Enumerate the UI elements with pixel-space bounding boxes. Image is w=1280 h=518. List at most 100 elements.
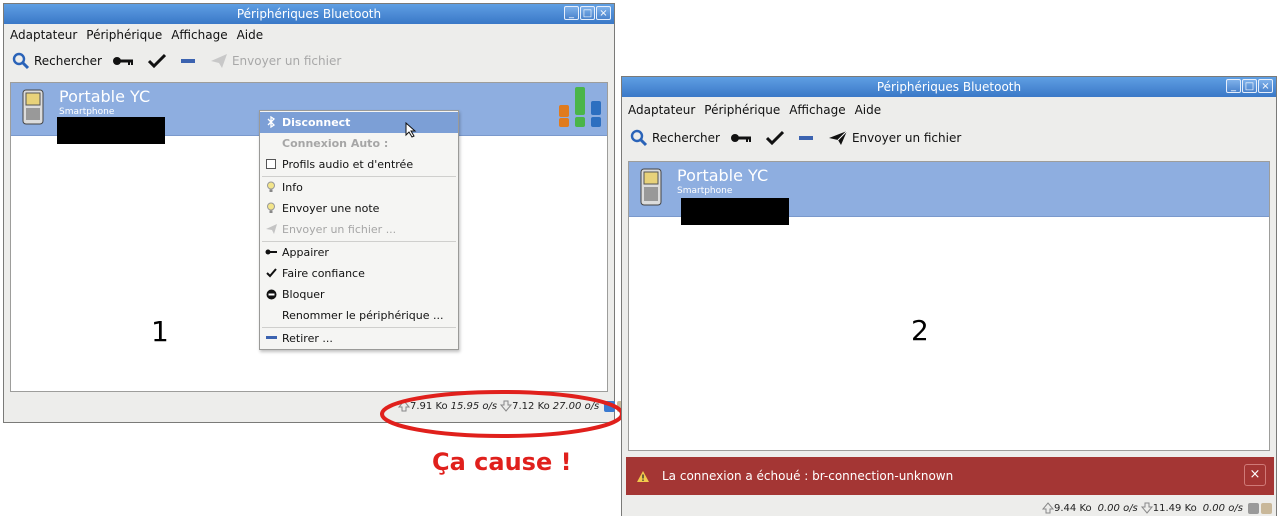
key-icon [730,134,751,142]
annotation-text: Ça cause ! [432,448,572,476]
menu-item-send-note[interactable]: Envoyer une note [260,198,458,219]
remove-button[interactable] [180,56,200,66]
device-type: Smartphone [677,186,733,196]
menu-header-auto-connect: Connexion Auto : [260,133,458,154]
phone-icon [22,89,44,125]
warning-icon [637,470,649,482]
send-file-label: Envoyer un fichier [231,54,342,68]
mouse-cursor-icon [405,122,417,138]
menu-adaptateur[interactable]: Adaptateur [628,103,695,117]
remove-button[interactable] [798,133,818,143]
menu-item-label: Disconnect [282,116,351,129]
window-controls: _ □ × [1226,79,1273,93]
menu-item-audio-profiles[interactable]: Profils audio et d'entrée [260,154,458,175]
menu-item-rename[interactable]: Renommer le périphérique ... [260,305,458,326]
check-icon [265,267,277,279]
menu-item-label: Bloquer [282,288,325,301]
maximize-button[interactable]: □ [1242,79,1257,93]
paper-plane-icon [265,223,277,235]
menu-item-label: Renommer le périphérique ... [282,309,444,322]
menu-peripherique[interactable]: Périphérique [86,28,162,42]
minimize-button[interactable]: _ [1226,79,1241,93]
window-titlebar[interactable]: Périphériques Bluetooth _ □ × [622,77,1276,97]
bluetooth-window-2: Périphériques Bluetooth _ □ × Adaptateur… [621,76,1277,516]
close-button[interactable]: × [1258,79,1273,93]
menubar: Adaptateur Périphérique Affichage Aide [622,99,1276,121]
download-arrow-icon [1140,502,1153,514]
check-icon [147,53,166,69]
menu-item-label: Appairer [282,246,329,259]
search-label: Rechercher [652,131,720,145]
panel-label: 2 [911,314,929,347]
menu-item-send-file[interactable]: Envoyer un fichier ... [260,219,458,240]
status-tan-icon [1260,502,1272,514]
device-name: Portable YC [59,87,151,106]
menu-aide[interactable]: Aide [237,28,264,42]
menu-item-remove[interactable]: Retirer ... [260,328,458,349]
annotation-ellipse [380,390,624,438]
menu-item-label: Profils audio et d'entrée [282,158,414,171]
menu-adaptateur[interactable]: Adaptateur [10,28,77,42]
pair-button[interactable] [112,54,138,68]
bluetooth-icon [265,116,277,128]
close-infobar-button[interactable]: × [1244,464,1266,486]
transfer-status: 9.44 Ko 0.00 o/s 11.49 Ko 0.00 o/s [1042,502,1272,514]
send-file-button[interactable]: Envoyer un fichier [210,53,341,69]
device-context-menu: Disconnect Connexion Auto : Profils audi… [259,110,459,350]
menu-item-label: Info [282,181,303,194]
window-controls: _ □ × [564,6,611,20]
window-title: Périphériques Bluetooth [236,7,382,21]
menu-peripherique[interactable]: Périphérique [704,103,780,117]
menu-item-label: Faire confiance [282,267,365,280]
paper-plane-icon [828,130,848,145]
device-list[interactable]: Portable YC Smartphone 2 [628,161,1270,451]
toolbar: Rechercher Envoyer un fichier [4,48,614,74]
check-icon [765,130,784,146]
redacted-address [57,117,165,144]
device-row[interactable]: Portable YC Smartphone [629,162,1269,225]
minus-icon [265,332,277,344]
phone-icon [640,168,662,206]
block-icon [265,288,277,300]
maximize-button[interactable]: □ [580,6,595,20]
upload-rate: 0.00 o/s [1097,502,1138,514]
menubar: Adaptateur Périphérique Affichage Aide [4,24,614,46]
menu-item-label: Retirer ... [282,332,333,345]
menu-item-label: Envoyer un fichier ... [282,223,397,236]
menu-affichage[interactable]: Affichage [789,103,845,117]
panel-label: 1 [151,315,169,348]
paper-plane-icon [210,54,227,68]
device-type: Smartphone [59,107,115,117]
key-icon [112,57,133,65]
device-name: Portable YC [677,166,769,185]
menu-item-block[interactable]: Bloquer [260,284,458,305]
menu-item-label: Envoyer une note [282,202,380,215]
close-button[interactable]: × [596,6,611,20]
menu-item-info[interactable]: Info [260,177,458,198]
error-message: La connexion a échoué : br-connection-un… [662,469,954,483]
search-label: Rechercher [34,54,102,68]
trust-button[interactable] [765,130,788,146]
trust-button[interactable] [147,53,170,69]
pair-button[interactable] [730,131,756,145]
menu-item-pair[interactable]: Appairer [260,242,458,263]
toolbar: Rechercher Envoyer un fichier [622,125,1276,151]
search-button[interactable]: Rechercher [630,129,720,147]
checkbox-icon[interactable] [265,158,277,170]
menu-item-disconnect[interactable]: Disconnect [260,112,458,133]
send-file-button[interactable]: Envoyer un fichier [828,130,961,146]
upload-arrow-icon [1042,502,1054,514]
menu-item-trust[interactable]: Faire confiance [260,263,458,284]
window-titlebar[interactable]: Périphériques Bluetooth _ □ × [4,4,614,24]
menu-aide[interactable]: Aide [855,103,882,117]
menu-affichage[interactable]: Affichage [171,28,227,42]
status-gray-icon [1247,502,1259,514]
key-icon [265,246,277,258]
device-services-icons [559,87,601,127]
download-rate: 0.00 o/s [1202,502,1243,514]
redacted-address [681,198,789,225]
minimize-button[interactable]: _ [564,6,579,20]
menu-item-label: Connexion Auto : [282,137,389,150]
window-title: Périphériques Bluetooth [876,80,1022,94]
search-button[interactable]: Rechercher [12,52,102,70]
